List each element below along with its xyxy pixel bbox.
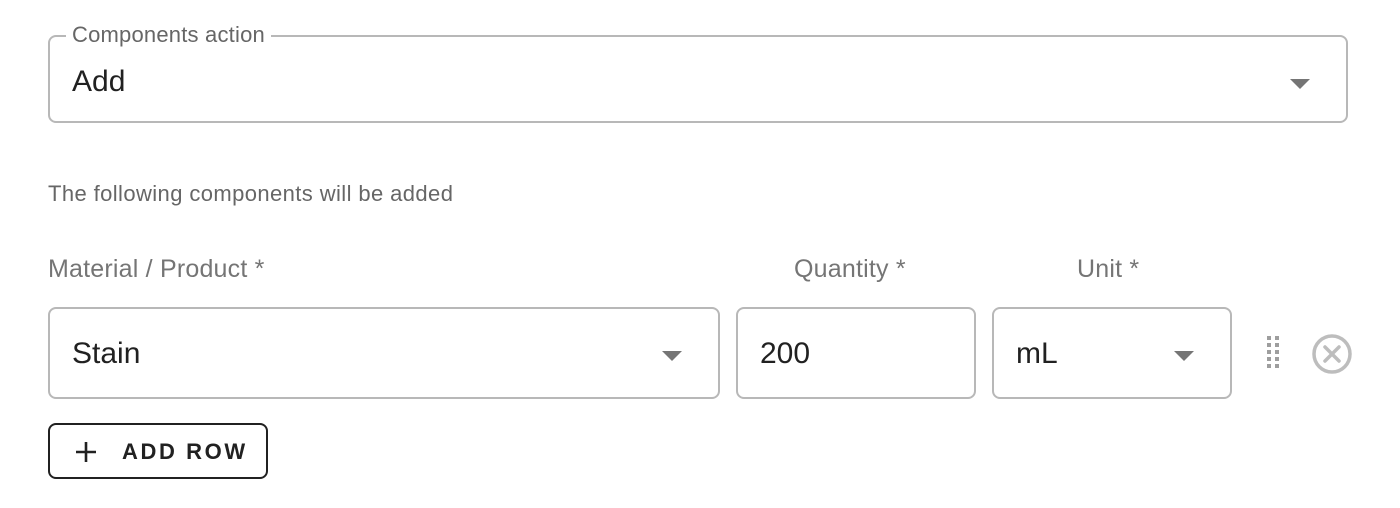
helper-text: The following components will be added xyxy=(48,181,454,206)
add-row-label: ADD ROW xyxy=(122,439,248,464)
chevron-down-icon xyxy=(662,351,682,361)
components-action-label: Components action xyxy=(66,23,271,47)
quantity-value: 200 xyxy=(760,337,811,370)
column-header-quantity: Quantity * xyxy=(794,255,906,283)
components-action-value: Add xyxy=(72,65,126,98)
column-header-material: Material / Product * xyxy=(48,255,265,283)
unit-select[interactable]: mL xyxy=(992,307,1232,399)
unit-value: mL xyxy=(1016,337,1058,370)
chevron-down-icon xyxy=(1174,351,1194,361)
chevron-down-icon xyxy=(1290,79,1310,89)
remove-row-button[interactable] xyxy=(1310,332,1354,376)
quantity-input[interactable]: 200 xyxy=(736,307,976,399)
add-row-button[interactable]: ADD ROW xyxy=(48,423,268,479)
plus-icon xyxy=(76,442,96,462)
close-circle-icon xyxy=(1312,334,1352,374)
drag-handle-icon[interactable] xyxy=(1262,334,1284,374)
components-action-select[interactable]: Components action Add xyxy=(48,23,1348,123)
material-product-select[interactable]: Stain xyxy=(48,307,720,399)
column-header-unit: Unit * xyxy=(1077,255,1140,283)
material-product-value: Stain xyxy=(72,337,141,370)
